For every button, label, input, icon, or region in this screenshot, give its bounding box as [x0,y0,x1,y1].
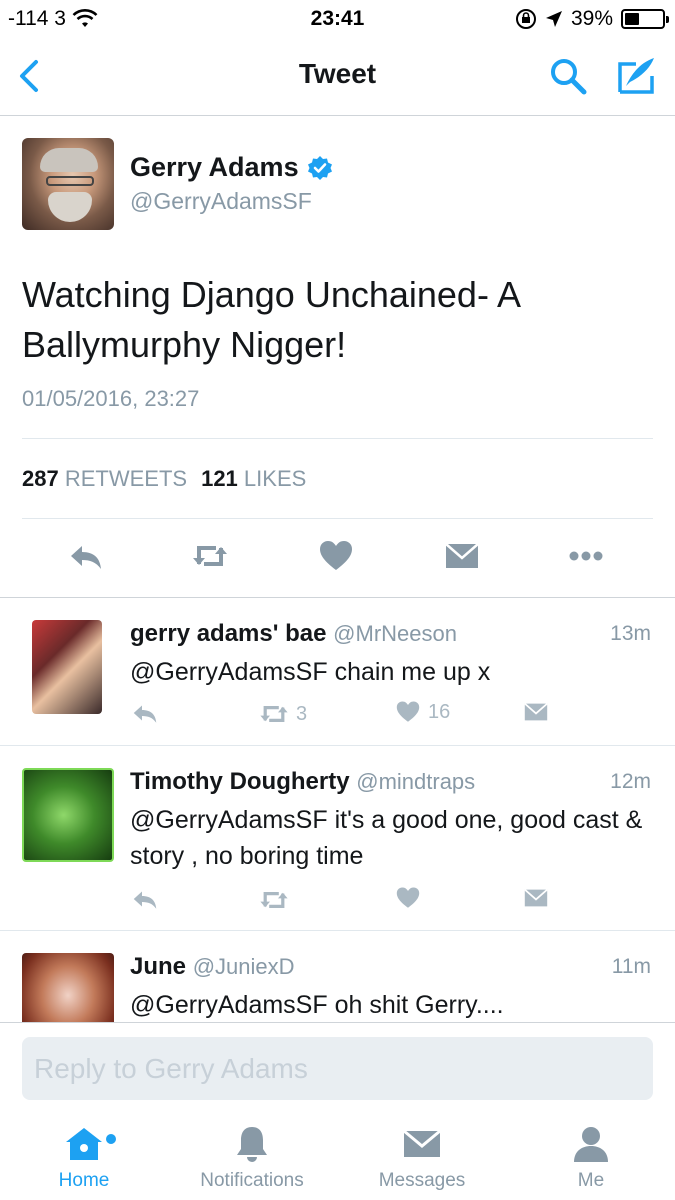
reply-author-name: gerry adams' bae [130,620,327,647]
tab-notifications[interactable]: Notifications [168,1122,336,1192]
direct-message-icon [524,702,548,721]
reply-author-handle: @mindtraps [356,769,476,794]
reply-retweet-button[interactable]: 3 [258,698,307,730]
reply-item[interactable]: Timothy Dougherty @mindtraps 12m @GerryA… [0,746,675,931]
avatar[interactable] [32,620,102,714]
reply-text: @GerryAdamsSF chain me up x [130,658,491,686]
like-count: 16 [428,700,451,723]
tweet-text-line: Watching Django Unchained- A [22,274,521,315]
reply-reply-button[interactable] [130,698,160,728]
like-count: 121 [201,466,238,491]
tab-bar: Home Notifications Messages Me [0,1112,675,1200]
avatar[interactable] [22,138,114,230]
tab-home[interactable]: Home [0,1122,168,1192]
like-stat[interactable]: 121 LIKES [201,466,306,492]
divider [22,518,653,519]
reply-dm-button[interactable] [522,884,550,912]
rotation-lock-icon [515,9,536,29]
like-label: LIKES [243,466,307,491]
direct-message-icon[interactable] [442,536,482,576]
reply-icon[interactable] [66,536,106,576]
tab-label: Me [577,1170,605,1191]
reply-author-name: Timothy Dougherty [130,768,350,795]
reply-time: 11m [611,955,651,978]
retweet-icon[interactable] [190,536,230,576]
reply-time: 13m [610,622,651,645]
reply-item[interactable]: June @JuniexD 11m @GerryAdamsSF oh shit … [0,931,675,1022]
reply-actions: 3 16 [130,698,650,728]
more-icon[interactable] [566,536,606,576]
reply-text: @GerryAdamsSF oh shit Gerry.... [130,991,504,1019]
direct-message-icon [524,888,548,907]
tweet-text-line: Ballymurphy Nigger! [22,324,347,365]
tweet-timestamp: 01/05/2016, 23:27 [22,386,200,411]
reply-author[interactable]: gerry adams' bae @MrNeeson [130,620,457,648]
reply-author-handle: @MrNeeson [333,621,457,646]
reply-icon [133,705,157,723]
compose-icon[interactable] [614,54,658,98]
tab-label: Notifications [200,1170,304,1191]
verified-badge-icon [307,155,332,180]
tab-me[interactable]: Me [507,1122,675,1192]
avatar[interactable] [22,768,114,862]
reply-author[interactable]: Timothy Dougherty @mindtraps [130,768,475,796]
avatar[interactable] [22,953,114,1022]
retweet-count: 3 [296,702,308,725]
battery-percent: 39% [570,7,613,30]
search-icon[interactable] [548,56,588,96]
tab-label: Messages [378,1170,466,1191]
battery-icon [621,9,669,29]
retweet-count: 287 [22,466,59,491]
nav-bar: Tweet [0,38,675,116]
tweet-actions [0,536,675,586]
reply-composer [0,1022,675,1112]
heart-icon [396,887,420,908]
reply-icon [133,891,157,909]
author-name-text: Gerry Adams [130,152,299,182]
author-handle[interactable]: @GerryAdamsSF [130,188,312,215]
tweet-text: Watching Django Unchained- A Ballymurphy… [22,270,652,370]
reply-text: @GerryAdamsSF it's a good one, good cast… [130,806,643,870]
tweet-stats: 287 RETWEETS 121 LIKES [22,466,306,492]
author-name[interactable]: Gerry Adams [130,152,333,183]
heart-icon[interactable] [316,536,356,576]
reply-item[interactable]: gerry adams' bae @MrNeeson 13m @GerryAda… [0,598,675,746]
tab-messages[interactable]: Messages [338,1122,506,1192]
divider [22,438,653,439]
reply-time: 12m [610,770,651,793]
reply-reply-button[interactable] [130,884,160,914]
status-right: 39% [515,7,669,31]
location-icon [545,11,562,27]
status-bar: -114 3 23:41 39% [0,0,675,38]
reply-dm-button[interactable] [522,698,550,726]
reply-like-button[interactable] [394,884,428,912]
bell-icon [237,1127,267,1162]
reply-retweet-button[interactable] [258,884,296,916]
reply-author-name: June [130,953,187,980]
home-icon [66,1128,102,1160]
tab-label: Home [58,1170,110,1191]
reply-actions [130,884,650,914]
new-content-dot [106,1134,116,1144]
person-icon [574,1127,608,1162]
retweet-icon [260,892,288,908]
retweet-label: RETWEETS [64,466,188,491]
envelope-icon [403,1129,441,1157]
reply-input[interactable] [22,1037,653,1100]
reply-author[interactable]: June @JuniexD [130,953,295,981]
reply-author-handle: @JuniexD [192,954,295,979]
main-tweet: Gerry Adams @GerryAdamsSF Watching Djang… [0,116,675,598]
heart-icon [396,701,420,722]
retweet-stat[interactable]: 287 RETWEETS [22,466,187,492]
retweet-icon [260,706,288,722]
reply-like-button[interactable]: 16 [394,698,450,726]
